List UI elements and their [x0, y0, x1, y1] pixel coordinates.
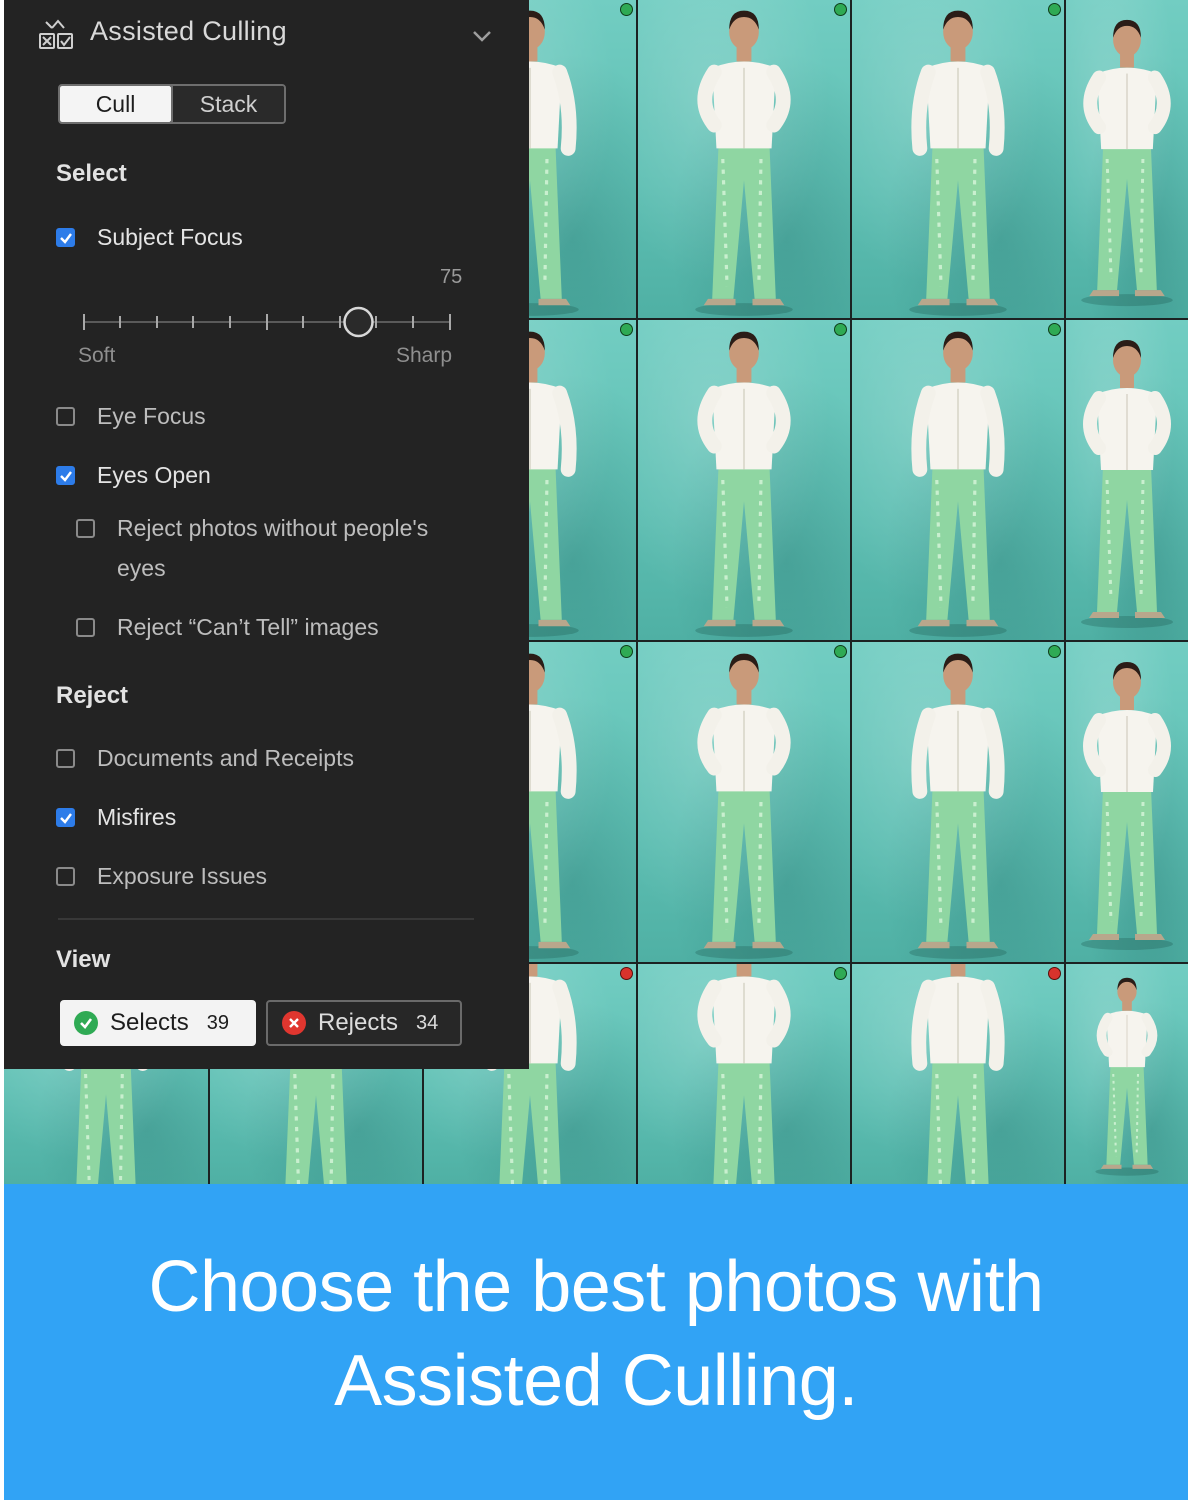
photo-thumbnail[interactable] — [852, 642, 1064, 962]
misfires-option[interactable]: Misfires — [56, 804, 176, 837]
photo-thumbnail[interactable] — [1066, 642, 1188, 962]
slider-max-label: Sharp — [396, 344, 453, 367]
chevron-down-icon[interactable] — [470, 24, 494, 48]
misfires-label: Misfires — [97, 804, 177, 830]
banner-line-2: Assisted Culling. — [334, 1341, 858, 1421]
tab-stack[interactable]: Stack — [171, 86, 284, 122]
selected-badge-icon — [1048, 323, 1061, 336]
selected-badge-icon — [620, 323, 633, 336]
banner-line-1: Choose the best photos with — [148, 1247, 1044, 1327]
documents-option[interactable]: Documents and Receipts — [56, 745, 354, 778]
documents-checkbox[interactable] — [56, 749, 75, 768]
rejects-button[interactable]: Rejects 34 — [266, 1000, 462, 1046]
reject-cant-tell-option[interactable]: Reject “Can’t Tell” images — [76, 614, 379, 647]
check-circle-icon — [74, 1011, 98, 1035]
exposure-checkbox[interactable] — [56, 867, 75, 886]
selects-button[interactable]: Selects 39 — [60, 1000, 256, 1046]
photo-thumbnail[interactable] — [638, 964, 850, 1184]
reject-cant-tell-label: Reject “Can’t Tell” images — [117, 614, 379, 640]
exposure-label: Exposure Issues — [97, 863, 268, 889]
selected-badge-icon — [834, 645, 847, 658]
reject-heading: Reject — [56, 682, 129, 709]
documents-label: Documents and Receipts — [97, 745, 354, 771]
reject-no-eyes-label-line1: Reject photos without people's — [117, 515, 429, 541]
culling-icon — [39, 19, 73, 49]
slider-min-label: Soft — [78, 344, 116, 367]
eyes-open-label: Eyes Open — [97, 462, 211, 488]
photo-thumbnail[interactable] — [852, 964, 1064, 1184]
reject-no-eyes-checkbox[interactable] — [76, 519, 95, 538]
select-heading: Select — [56, 160, 127, 187]
assisted-culling-panel: Assisted Culling Cull Stack Select Subje… — [4, 0, 529, 1069]
divider — [58, 918, 474, 920]
checkmark-icon — [59, 470, 72, 482]
photo-thumbnail[interactable] — [852, 0, 1064, 318]
photo-thumbnail[interactable] — [1066, 0, 1188, 318]
slider-value: 75 — [440, 266, 463, 288]
selected-badge-icon — [834, 3, 847, 16]
rejects-count: 34 — [416, 1011, 439, 1034]
eye-focus-checkbox[interactable] — [56, 407, 75, 426]
selects-count: 39 — [206, 1011, 229, 1034]
reject-no-eyes-option[interactable]: Reject photos without people's eyes — [76, 515, 428, 588]
eyes-open-checkbox[interactable] — [56, 466, 75, 485]
slider-thumb[interactable] — [343, 306, 374, 338]
view-heading: View — [56, 946, 111, 973]
tab-cull[interactable]: Cull — [60, 86, 171, 122]
reject-no-eyes-label: Reject photos without people's eyes — [117, 508, 428, 588]
photo-thumbnail[interactable] — [852, 320, 1064, 640]
eye-focus-label: Eye Focus — [97, 403, 206, 429]
photo-thumbnail[interactable] — [638, 642, 850, 962]
checkmark-icon — [59, 812, 72, 824]
selected-badge-icon — [620, 3, 633, 16]
eyes-open-option[interactable]: Eyes Open — [56, 462, 211, 495]
promo-banner: Choose the best photos with Assisted Cul… — [4, 1184, 1188, 1500]
mode-toggle: Cull Stack — [58, 84, 286, 124]
photo-thumbnail[interactable] — [638, 0, 850, 318]
rejects-label: Rejects — [318, 1009, 399, 1036]
selects-label: Selects — [110, 1009, 189, 1036]
photo-thumbnail[interactable] — [638, 320, 850, 640]
selected-badge-icon — [1048, 3, 1061, 16]
selected-badge-icon — [1048, 645, 1061, 658]
reject-no-eyes-label-line2: eyes — [117, 555, 166, 581]
selected-badge-icon — [620, 645, 633, 658]
subject-focus-option[interactable]: Subject Focus — [56, 224, 243, 257]
panel-title: Assisted Culling — [90, 16, 287, 46]
rejected-badge-icon — [620, 967, 633, 980]
subject-focus-checkbox[interactable] — [56, 228, 75, 247]
banner-headline: Choose the best photos with Assisted Cul… — [4, 1240, 1188, 1428]
focus-slider[interactable] — [82, 300, 452, 344]
checkmark-icon — [59, 232, 72, 244]
selected-badge-icon — [834, 967, 847, 980]
rejected-badge-icon — [1048, 967, 1061, 980]
subject-focus-label: Subject Focus — [97, 224, 243, 250]
exposure-option[interactable]: Exposure Issues — [56, 863, 267, 896]
x-circle-icon — [282, 1011, 306, 1035]
eye-focus-option[interactable]: Eye Focus — [56, 403, 206, 436]
reject-cant-tell-checkbox[interactable] — [76, 618, 95, 637]
photo-thumbnail[interactable] — [1066, 320, 1188, 640]
photo-thumbnail[interactable] — [1066, 964, 1188, 1184]
selected-badge-icon — [834, 323, 847, 336]
misfires-checkbox[interactable] — [56, 808, 75, 827]
